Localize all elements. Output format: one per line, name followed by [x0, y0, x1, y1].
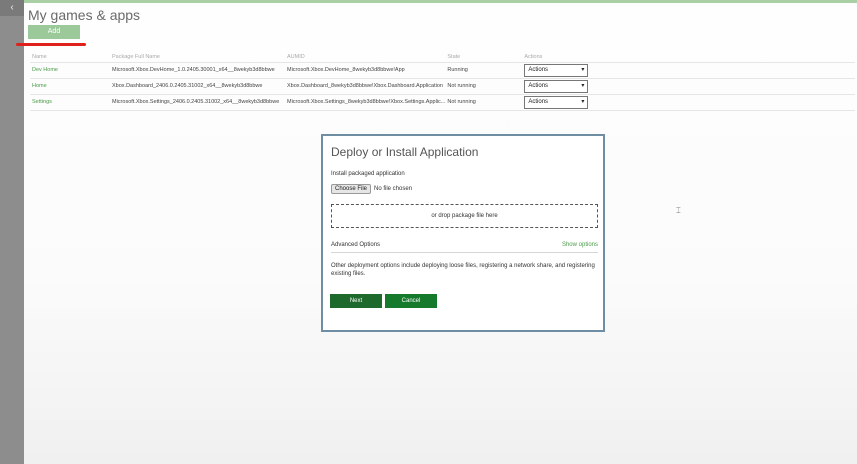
advanced-options-row: Advanced Options Show options: [331, 242, 598, 253]
install-packaged-label: Install packaged application: [331, 171, 405, 177]
chevron-down-icon: ▾: [581, 82, 585, 89]
left-nav-rail: ‹: [0, 0, 24, 464]
actions-cell: Actions ▾: [522, 93, 855, 111]
chevron-down-icon: ▾: [581, 66, 585, 73]
actions-cell: Actions ▾: [522, 77, 855, 94]
table-row: Settings Microsoft.Xbox.Settings_2406.0.…: [30, 93, 855, 111]
table-row: Dev Home Microsoft.Xbox.DevHome_1.0.2405…: [30, 61, 855, 78]
deploy-install-dialog: Deploy or Install Application Install pa…: [321, 134, 605, 332]
header-aumid: AUMID: [287, 53, 305, 60]
cancel-button[interactable]: Cancel: [385, 294, 437, 308]
dialog-title: Deploy or Install Application: [331, 145, 479, 159]
actions-dropdown-value: Actions: [528, 98, 549, 105]
chevron-down-icon: ▾: [581, 98, 585, 105]
red-annotation-underline: [16, 43, 86, 46]
choose-file-button[interactable]: Choose File: [331, 184, 372, 194]
package-name-cell: Microsoft.Xbox.Settings_2406.0.2405.3100…: [110, 93, 285, 111]
header-name: Name: [32, 53, 47, 60]
actions-dropdown[interactable]: Actions ▾: [524, 79, 589, 93]
aumid-cell: Xbox.Dashboard_8wekyb3d8bbwe!Xbox.Dashbo…: [285, 77, 446, 94]
actions-dropdown[interactable]: Actions ▾: [524, 95, 589, 109]
app-name-link[interactable]: Settings: [30, 93, 110, 111]
advanced-options-label: Advanced Options: [331, 242, 381, 248]
state-cell: Running: [445, 61, 523, 78]
show-options-link[interactable]: Show options: [562, 242, 598, 248]
apps-table: Name Package Full Name AUMID State Actio…: [30, 52, 855, 111]
table-header-row: Name Package Full Name AUMID State Actio…: [30, 52, 855, 62]
no-file-chosen-text: No file chosen: [374, 186, 413, 192]
advanced-options-description: Other deployment options include deployi…: [331, 263, 595, 277]
header-state: State: [447, 53, 461, 60]
actions-cell: Actions ▾: [522, 61, 855, 78]
main-content: My games & apps Add Name Package Full Na…: [16, 3, 857, 464]
package-name-cell: Microsoft.Xbox.DevHome_1.0.2405.30001_x6…: [110, 61, 285, 78]
page-title: My games & apps: [28, 7, 141, 23]
package-name-cell: Xbox.Dashboard_2406.0.2405.31002_x64__8w…: [110, 77, 285, 94]
state-cell: Not running: [445, 77, 523, 94]
next-button[interactable]: Next: [330, 294, 382, 308]
app-name-link[interactable]: Home: [30, 77, 110, 94]
header-actions: Actions: [524, 53, 543, 60]
actions-dropdown-value: Actions: [528, 82, 549, 89]
package-drop-zone[interactable]: or drop package file here: [331, 204, 598, 228]
mouse-cursor-icon: ⌶: [676, 206, 681, 215]
collapse-arrow-icon[interactable]: ‹: [0, 0, 24, 16]
state-cell: Not running: [445, 93, 523, 111]
table-row: Home Xbox.Dashboard_2406.0.2405.31002_x6…: [30, 77, 855, 94]
app-name-link[interactable]: Dev Home: [30, 61, 110, 78]
add-button[interactable]: Add: [28, 25, 80, 39]
actions-dropdown[interactable]: Actions ▾: [524, 63, 589, 77]
aumid-cell: Microsoft.Xbox.DevHome_8wekyb3d8bbwe!App: [285, 61, 446, 78]
actions-dropdown-value: Actions: [528, 66, 549, 73]
aumid-cell: Microsoft.Xbox.Settings_8wekyb3d8bbwe!Xb…: [285, 93, 446, 111]
header-package: Package Full Name: [112, 53, 160, 60]
